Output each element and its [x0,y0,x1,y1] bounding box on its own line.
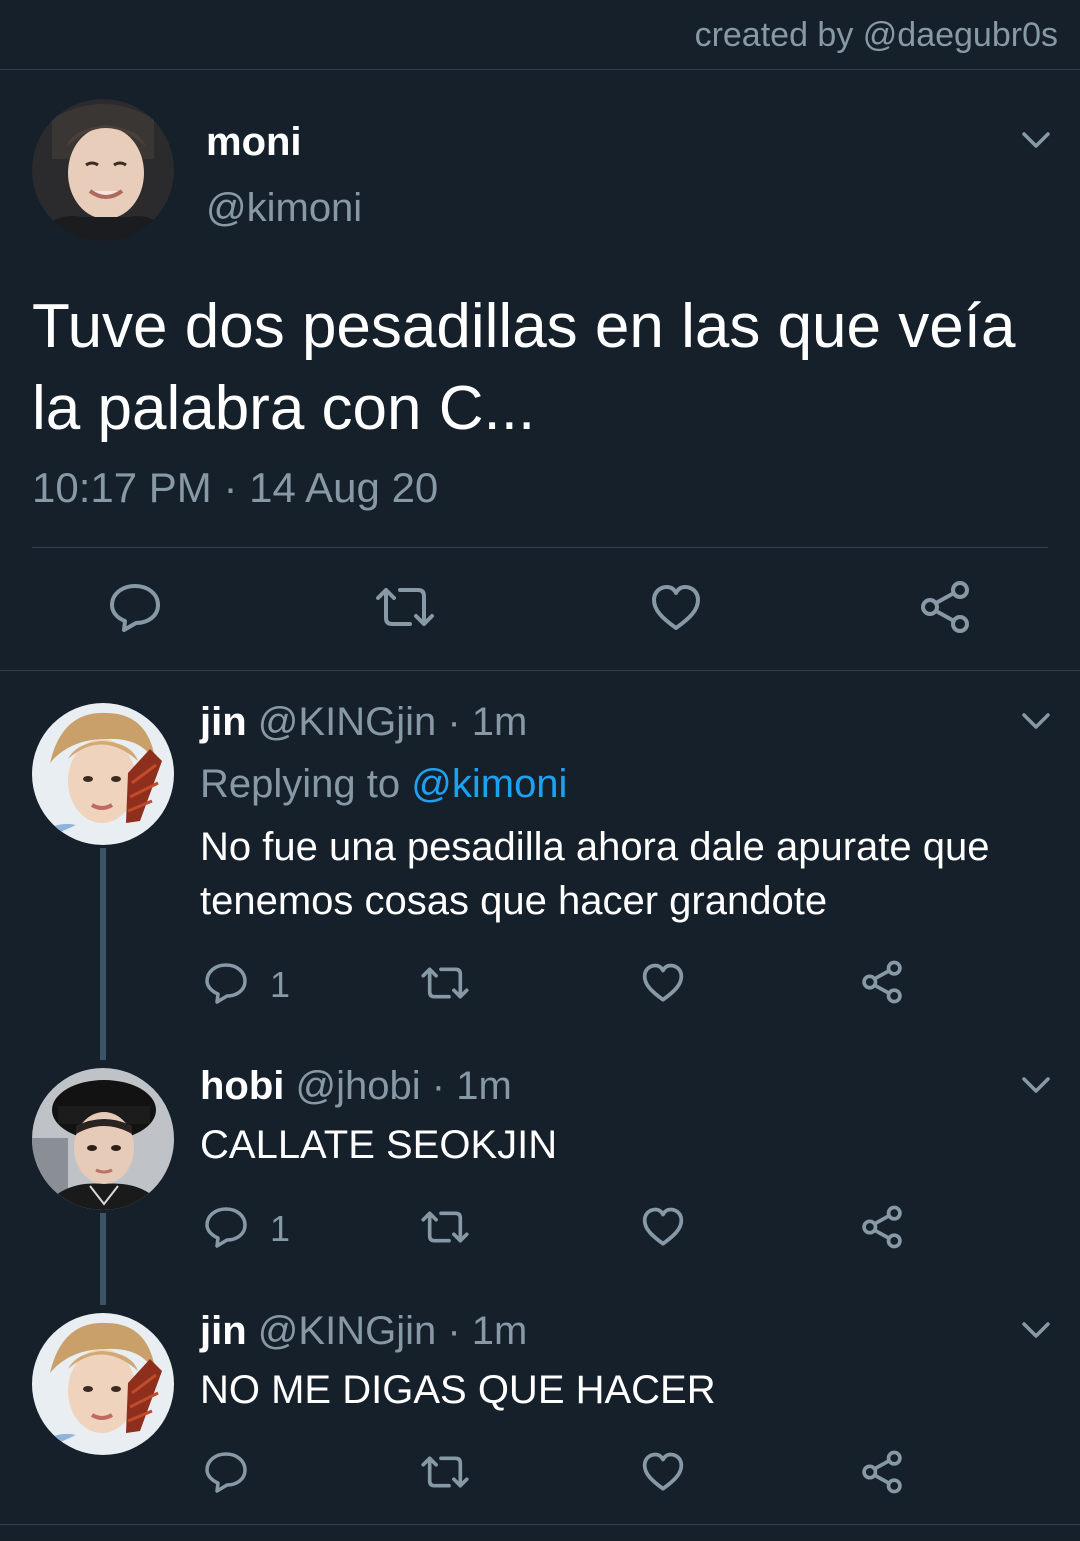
avatar-moni[interactable] [32,99,174,241]
like-icon[interactable] [641,1452,685,1492]
like-icon[interactable] [641,1207,685,1247]
thread-line [100,848,106,1060]
retweet-icon[interactable] [420,1453,470,1491]
author-handle[interactable]: @kimoni [206,186,362,231]
reply-icon[interactable] [204,1451,248,1493]
credit-bar: created by @daegubr0s [0,0,1080,70]
credit-text: created by @daegubr0s [694,16,1058,54]
share-icon[interactable] [860,960,904,1004]
reply-header: jin @KINGjin · 1m [200,700,527,745]
reply-header: jin @KINGjin · 1m [200,1309,527,1354]
replying-to-mention[interactable]: @kimoni [411,762,567,806]
reply-text: NO ME DIGAS QUE HACER [200,1368,716,1412]
reply-text: No fue una pesadilla ahora dale apurate … [200,825,990,923]
reply-icon[interactable] [204,962,248,1004]
reply-icon[interactable] [108,582,162,634]
divider [0,1524,1080,1525]
retweet-icon[interactable] [420,964,470,1002]
reply-author-name[interactable]: hobi [200,1064,284,1108]
like-icon[interactable] [650,584,702,632]
avatar-jin[interactable] [32,703,174,845]
avatar-hobi[interactable] [32,1068,174,1210]
reply-count: 1 [270,964,291,1005]
chevron-down-icon[interactable] [1018,1073,1054,1097]
like-icon[interactable] [641,963,685,1003]
reply-author-name[interactable]: jin [200,1309,247,1353]
retweet-icon[interactable] [374,584,436,630]
chevron-down-icon[interactable] [1018,709,1054,733]
reply-header: hobi @jhobi · 1m [200,1064,512,1109]
reply-author-name[interactable]: jin [200,700,247,744]
tweet-text: Tuve dos pesadillas en las que veía la p… [32,292,1016,443]
replying-to: Replying to @kimoni [200,762,567,807]
reply-meta[interactable]: @KINGjin · 1m [258,1309,528,1353]
replying-to-label: Replying to [200,762,401,806]
author-name[interactable]: moni [206,120,302,165]
divider [32,547,1048,548]
reply-icon[interactable] [204,1206,248,1248]
thread-line [100,1213,106,1305]
share-icon[interactable] [860,1205,904,1249]
divider [0,670,1080,671]
tweet-thread-screen: created by @daegubr0s moni @kimoni Tuve … [0,0,1080,1541]
avatar-jin[interactable] [32,1313,174,1455]
reply-meta[interactable]: @jhobi · 1m [296,1064,512,1108]
share-icon[interactable] [860,1450,904,1494]
reply-count: 1 [270,1208,291,1249]
share-icon[interactable] [918,580,972,634]
tweet-timestamp[interactable]: 10:17 PM · 14 Aug 20 [32,464,438,512]
chevron-down-icon[interactable] [1018,1318,1054,1342]
retweet-icon[interactable] [420,1208,470,1246]
reply-text: CALLATE SEOKJIN [200,1123,558,1167]
reply-meta[interactable]: @KINGjin · 1m [258,700,528,744]
chevron-down-icon[interactable] [1018,128,1054,152]
